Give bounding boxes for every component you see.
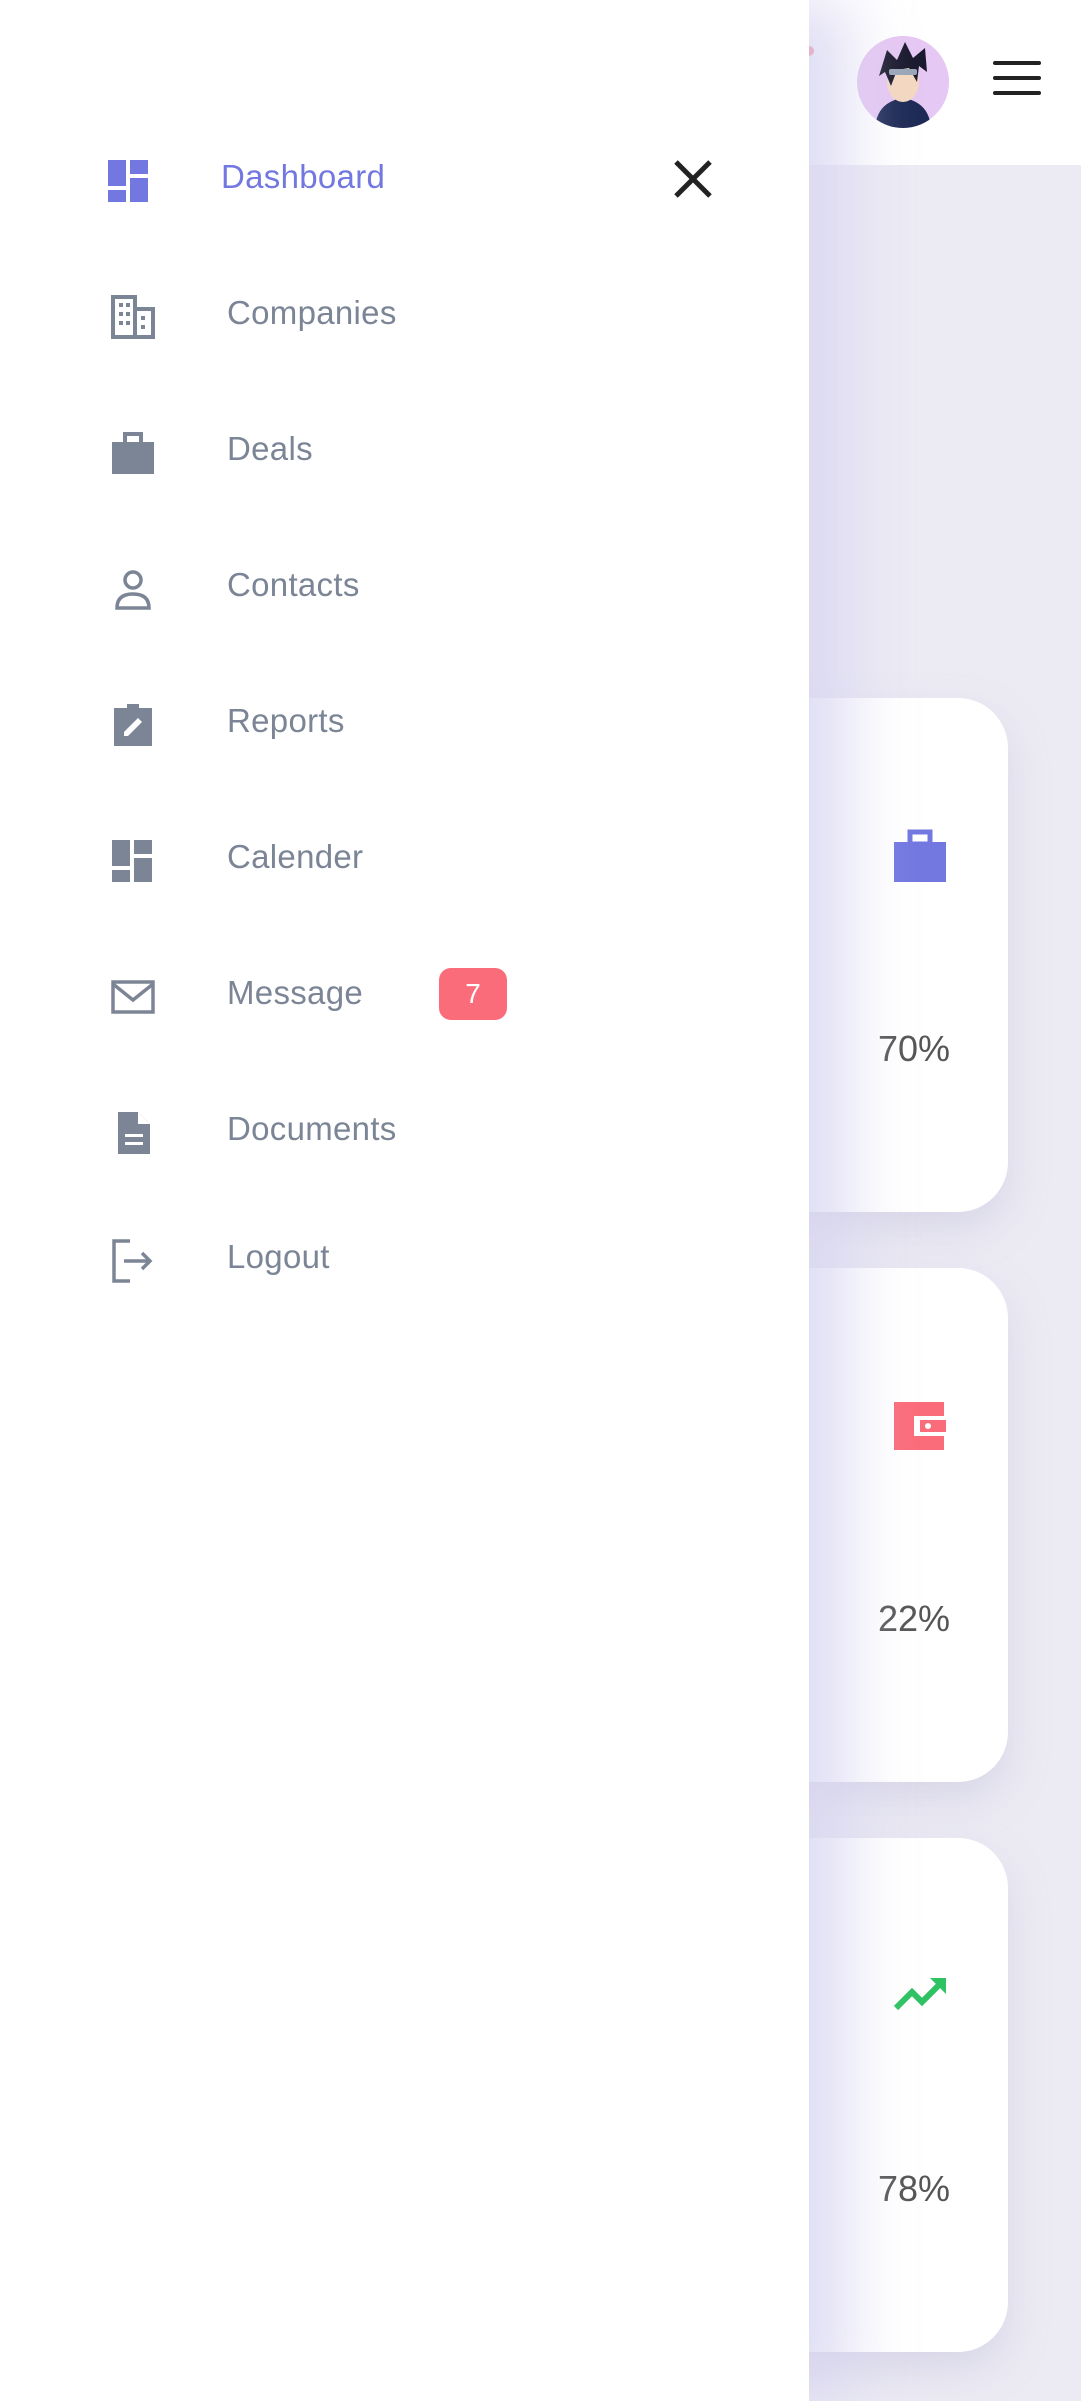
mail-icon	[111, 980, 155, 1014]
sidebar-item-label: Companies	[227, 294, 397, 331]
report-icon	[114, 704, 152, 746]
sidebar-item-label: Contacts	[227, 566, 360, 603]
document-icon	[118, 1112, 150, 1154]
sidebar-item-dashboard[interactable]: Dashboard	[100, 140, 700, 220]
sidebar-item-reports[interactable]: Reports	[100, 684, 700, 764]
calendar-icon	[112, 840, 152, 882]
sidebar-item-calender[interactable]: Calender	[100, 820, 700, 900]
wallet-icon	[894, 1402, 948, 1450]
trending-up-icon	[893, 1978, 946, 2011]
sidebar-item-companies[interactable]: Companies	[100, 276, 700, 356]
dashboard-icon	[108, 160, 148, 202]
sidebar-item-label: Deals	[227, 430, 313, 467]
avatar[interactable]	[857, 36, 949, 128]
briefcase-icon	[112, 432, 154, 474]
stat-value: 78%	[877, 2168, 950, 2209]
sidebar-drawer: Dashboard Companies Deals Contacts Repor…	[0, 0, 809, 2401]
sidebar-item-contacts[interactable]: Contacts	[100, 548, 700, 628]
sidebar-item-label: Dashboard	[221, 158, 386, 195]
logout-icon	[112, 1239, 153, 1283]
sidebar-item-label: Calender	[227, 838, 364, 875]
sidebar-item-label: Reports	[227, 702, 345, 739]
sidebar-item-message[interactable]: Message	[100, 956, 700, 1036]
person-icon	[115, 570, 151, 610]
menu-button[interactable]	[993, 61, 1041, 95]
sidebar-item-documents[interactable]: Documents	[100, 1092, 700, 1172]
building-icon	[111, 295, 155, 339]
sidebar-item-label: Documents	[227, 1110, 397, 1147]
sidebar-item-label: Message	[227, 974, 364, 1011]
sidebar-item-label: Logout	[227, 1238, 330, 1275]
sidebar-item-deals[interactable]: Deals	[100, 412, 700, 492]
briefcase-icon	[894, 829, 946, 882]
message-count-badge: 7	[439, 968, 507, 1020]
sidebar-item-logout[interactable]: Logout	[100, 1220, 700, 1300]
stat-value: 22%	[877, 1598, 950, 1639]
stat-value: 70%	[877, 1028, 950, 1069]
